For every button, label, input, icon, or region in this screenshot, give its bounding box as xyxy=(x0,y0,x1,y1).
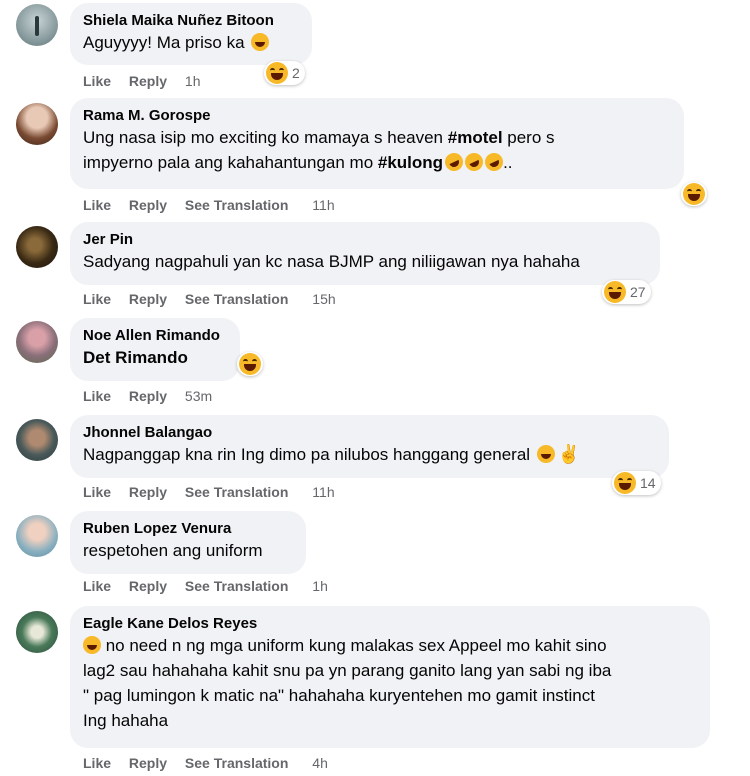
avatar[interactable] xyxy=(16,419,58,461)
haha-reaction-icon xyxy=(614,472,636,494)
reaction-summary[interactable]: 27 xyxy=(602,280,651,304)
laughing-emoji-icon xyxy=(83,636,101,654)
see-translation-link[interactable]: See Translation xyxy=(185,755,288,771)
comment-author[interactable]: Jhonnel Balangao xyxy=(83,423,655,442)
see-translation-link[interactable]: See Translation xyxy=(185,578,288,594)
comment-bubble: Shiela Maika Nuñez Bitoon Aguyyyy! Ma pr… xyxy=(70,3,312,65)
comment-author[interactable]: Shiela Maika Nuñez Bitoon xyxy=(83,11,298,30)
victory-hand-icon: ✌ xyxy=(557,444,581,464)
reaction-summary[interactable]: 14 xyxy=(612,471,661,495)
comment-bubble: Ruben Lopez Venura respetohen ang unifor… xyxy=(70,511,306,574)
comment-actions: Like Reply See Translation 1h xyxy=(83,578,342,594)
comment-bubble: Jhonnel Balangao Nagpanggap kna rin Ing … xyxy=(70,415,669,478)
reply-button[interactable]: Reply xyxy=(129,291,167,307)
avatar[interactable] xyxy=(16,226,58,268)
comment-text: respetohen ang uniform xyxy=(83,541,263,560)
reply-button[interactable]: Reply xyxy=(129,755,167,771)
laughing-emoji-icon xyxy=(536,445,555,463)
comment-text: Nagpanggap kna rin Ing dimo pa nilubos h… xyxy=(83,445,531,464)
haha-reaction-icon xyxy=(683,183,705,205)
comment-text: Ung nasa isip mo exciting ko mamaya s he… xyxy=(83,128,448,147)
comment-timestamp[interactable]: 53m xyxy=(185,388,212,404)
like-button[interactable]: Like xyxy=(83,755,111,771)
comment-text: impyerno pala ang kahahantungan mo xyxy=(83,153,378,172)
like-button[interactable]: Like xyxy=(83,388,111,404)
haha-reaction-icon xyxy=(239,353,261,375)
avatar[interactable] xyxy=(16,611,58,653)
comment-actions: Like Reply See Translation 11h xyxy=(83,197,349,213)
comment-timestamp[interactable]: 11h xyxy=(312,197,334,213)
comment-text: no need n ng mga uniform kung malakas se… xyxy=(101,636,607,655)
comment-text: Aguyyyy! Ma priso ka xyxy=(83,33,245,52)
reaction-summary[interactable] xyxy=(681,182,707,206)
comment-actions: Like Reply See Translation 11h xyxy=(83,484,349,500)
comment-timestamp[interactable]: 1h xyxy=(185,73,201,89)
comment-actions: Like Reply See Translation 4h xyxy=(83,755,342,771)
comment-author[interactable]: Jer Pin xyxy=(83,230,646,249)
like-button[interactable]: Like xyxy=(83,484,111,500)
haha-reaction-icon xyxy=(266,62,288,84)
haha-reaction-icon xyxy=(604,281,626,303)
reply-button[interactable]: Reply xyxy=(129,197,167,213)
see-translation-link[interactable]: See Translation xyxy=(185,484,288,500)
comment-timestamp[interactable]: 4h xyxy=(312,755,328,771)
reaction-count: 14 xyxy=(640,475,656,491)
reply-button[interactable]: Reply xyxy=(129,484,167,500)
reaction-summary[interactable] xyxy=(237,352,263,376)
comment-bubble: Rama M. Gorospe Ung nasa isip mo excitin… xyxy=(70,98,684,189)
reply-button[interactable]: Reply xyxy=(129,388,167,404)
comment-text: " pag lumingon k matic na" hahahaha kury… xyxy=(83,686,595,705)
comment-actions: Like Reply 1h xyxy=(83,73,215,89)
laughing-emoji-icon xyxy=(251,33,270,51)
reaction-count: 27 xyxy=(630,284,646,300)
comment-actions: Like Reply See Translation 15h xyxy=(83,291,350,307)
comment-text: Sadyang nagpahuli yan kc nasa BJMP ang n… xyxy=(83,252,580,271)
comment-timestamp[interactable]: 11h xyxy=(312,484,334,500)
comment-bubble: Jer Pin Sadyang nagpahuli yan kc nasa BJ… xyxy=(70,222,660,285)
see-translation-link[interactable]: See Translation xyxy=(185,291,288,307)
mentioned-user-link[interactable]: Det Rimando xyxy=(83,345,226,370)
comment-author[interactable]: Noe Allen Rimando xyxy=(83,326,226,345)
comment-text: lag2 sau hahahaha kahit snu pa yn parang… xyxy=(83,661,612,680)
avatar[interactable] xyxy=(16,4,58,46)
hashtag-link[interactable]: #kulong xyxy=(378,153,443,172)
comment-text: Ing hahaha xyxy=(83,711,169,730)
see-translation-link[interactable]: See Translation xyxy=(185,197,288,213)
avatar[interactable] xyxy=(16,321,58,363)
avatar[interactable] xyxy=(16,515,58,557)
like-button[interactable]: Like xyxy=(83,578,111,594)
rofl-emoji-icon xyxy=(462,150,487,174)
reply-button[interactable]: Reply xyxy=(129,73,167,89)
like-button[interactable]: Like xyxy=(83,73,111,89)
reply-button[interactable]: Reply xyxy=(129,578,167,594)
comment-timestamp[interactable]: 1h xyxy=(312,578,328,594)
avatar[interactable] xyxy=(16,103,58,145)
hashtag-link[interactable]: #motel xyxy=(448,128,503,147)
like-button[interactable]: Like xyxy=(83,197,111,213)
like-button[interactable]: Like xyxy=(83,291,111,307)
comment-author[interactable]: Ruben Lopez Venura xyxy=(83,519,292,538)
rofl-emoji-icon xyxy=(442,150,467,174)
comment-author[interactable]: Rama M. Gorospe xyxy=(83,106,670,125)
comment-bubble: Noe Allen Rimando Det Rimando xyxy=(70,318,240,381)
comment-author[interactable]: Eagle Kane Delos Reyes xyxy=(83,614,696,633)
comment-text: pero s xyxy=(502,128,555,147)
comment-timestamp[interactable]: 15h xyxy=(312,291,335,307)
reaction-count: 2 xyxy=(292,65,300,81)
comment-text: .. xyxy=(503,153,513,172)
comment-bubble: Eagle Kane Delos Reyes no need n ng mga … xyxy=(70,606,710,748)
reaction-summary[interactable]: 2 xyxy=(264,61,305,85)
comment-actions: Like Reply 53m xyxy=(83,388,226,404)
